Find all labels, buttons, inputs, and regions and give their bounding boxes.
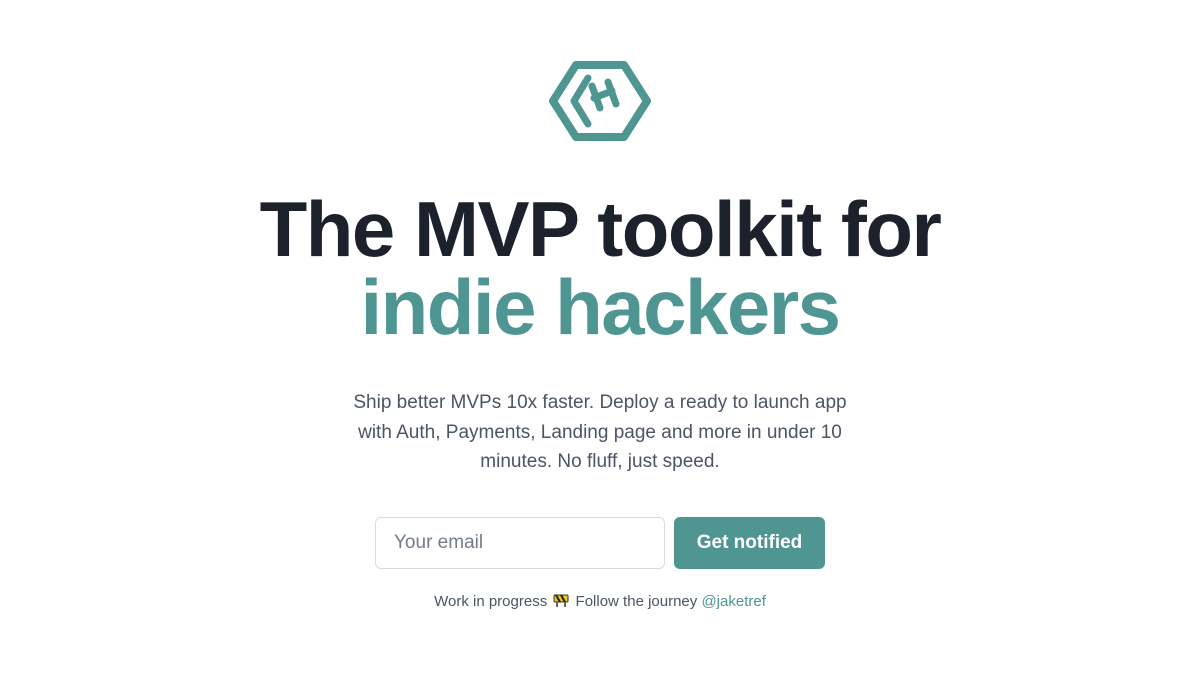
hero-title-line2: indie hackers xyxy=(360,263,841,351)
footer-note: Work in progress Follow the journey @jak… xyxy=(0,591,1200,613)
construction-icon xyxy=(553,594,569,608)
signup-form: Get notified xyxy=(375,517,825,569)
work-in-progress-text: Work in progress xyxy=(434,593,548,610)
email-input[interactable] xyxy=(375,517,665,569)
twitter-handle-link[interactable]: @jaketref xyxy=(701,593,765,610)
follow-journey-text: Follow the journey xyxy=(575,593,698,610)
hero-title: The MVP toolkit for indie hackers xyxy=(0,190,1200,346)
landing-page: The MVP toolkit for indie hackers Ship b… xyxy=(0,0,1200,686)
hero-subtitle: Ship better MVPs 10x faster. Deploy a re… xyxy=(353,392,847,472)
hexagon-h-logo-icon xyxy=(548,60,652,142)
hero-title-line1: The MVP toolkit for xyxy=(259,185,942,273)
get-notified-button[interactable]: Get notified xyxy=(674,517,825,569)
